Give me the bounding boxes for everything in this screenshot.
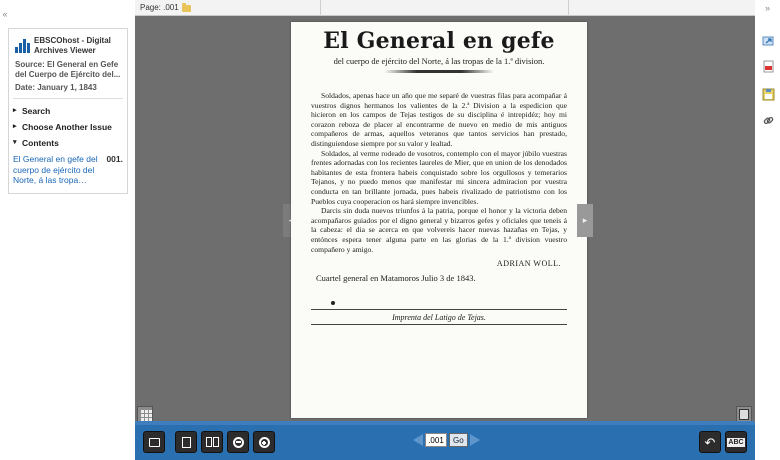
left-panel: EBSCOhost - Digital Archives Viewer Sour… bbox=[8, 28, 128, 194]
document-title: El General en gefe bbox=[323, 28, 555, 54]
panel-nav: ▸ Search ▸ Choose Another Issue ▾ Conten… bbox=[9, 99, 127, 151]
two-page-icon[interactable] bbox=[201, 431, 223, 453]
text-abc-icon[interactable]: ABC bbox=[725, 431, 747, 453]
collapse-right-button[interactable]: » bbox=[765, 3, 770, 13]
save-icon[interactable] bbox=[762, 88, 775, 101]
zoom-out-icon[interactable] bbox=[227, 431, 249, 453]
top-bar-segment bbox=[321, 0, 569, 16]
scanned-page: El General en gefe del cuerpo de ejércit… bbox=[291, 22, 587, 418]
document-body: Soldados, apenas hace un año que me sepa… bbox=[311, 91, 567, 254]
document-subtitle: del cuerpo de ejército del Norte, á las … bbox=[333, 56, 545, 66]
nav-item-label: Search bbox=[22, 106, 51, 116]
ornamental-rule bbox=[384, 70, 494, 73]
page-label: Page: .001 bbox=[140, 3, 179, 12]
page-jump: Go bbox=[413, 433, 480, 447]
contents-article-link[interactable]: El General en gefe del cuerpo de ejércit… bbox=[13, 154, 105, 186]
body-paragraph: Soldados, apenas hace un año que me sepa… bbox=[311, 91, 567, 148]
page-thumbnail-icon[interactable] bbox=[736, 406, 752, 422]
signature: ADRIAN WOLL. bbox=[496, 259, 561, 269]
single-page-icon[interactable] bbox=[175, 431, 197, 453]
ink-dot bbox=[331, 301, 335, 306]
rotate-icon[interactable]: ↶ bbox=[699, 431, 721, 453]
zoom-in-icon[interactable] bbox=[253, 431, 275, 453]
top-bar-segment bbox=[569, 0, 755, 16]
previous-page-icon[interactable] bbox=[413, 434, 423, 446]
triangle-right-icon: ▸ bbox=[13, 123, 17, 130]
app-root: « EBSCOhost - Digital Archives Viewer So… bbox=[0, 0, 780, 460]
viewer-top-bar: Page: .001 bbox=[135, 0, 755, 16]
nav-item-label: Choose Another Issue bbox=[22, 122, 112, 132]
pdf-icon[interactable] bbox=[762, 60, 775, 73]
date-text: Date: January 1, 1843 bbox=[15, 83, 97, 92]
fullscreen-icon[interactable] bbox=[143, 431, 165, 453]
divider bbox=[311, 324, 567, 326]
go-button[interactable]: Go bbox=[449, 433, 468, 447]
triangle-down-icon: ▾ bbox=[13, 139, 17, 146]
panel-header: EBSCOhost - Digital Archives Viewer bbox=[9, 29, 127, 56]
triangle-right-icon: ▸ bbox=[13, 107, 17, 114]
body-paragraph: Darcis sin duda nuevos triunfos á la pat… bbox=[311, 206, 567, 254]
viewer-bottom-toolbar: Go ↶ ABC bbox=[135, 425, 755, 460]
ebsco-logo-icon bbox=[15, 39, 30, 53]
app-title: EBSCOhost - Digital Archives Viewer bbox=[34, 36, 111, 55]
source-text: Source: El General en Gefe del Cuerpo de… bbox=[15, 60, 121, 79]
contents-page-number: 001. bbox=[106, 154, 123, 164]
nav-item-search[interactable]: ▸ Search bbox=[13, 103, 123, 119]
thumbnails-grid-icon[interactable] bbox=[137, 406, 153, 422]
folder-icon[interactable] bbox=[181, 2, 191, 12]
nav-item-choose-another-issue[interactable]: ▸ Choose Another Issue bbox=[13, 119, 123, 135]
page-indicator: Page: .001 bbox=[135, 0, 321, 16]
divider bbox=[311, 309, 567, 311]
link-icon[interactable] bbox=[762, 114, 775, 127]
next-page-icon[interactable] bbox=[469, 434, 480, 446]
share-icon[interactable] bbox=[762, 35, 775, 48]
document-viewer: Page: .001 ◂ El General en gefe del cuer… bbox=[135, 0, 755, 460]
chevron-right-icon: ▸ bbox=[582, 215, 588, 225]
next-page-arrow[interactable]: ▸ bbox=[577, 204, 593, 237]
place-date: Cuartel general en Matamoros Julio 3 de … bbox=[316, 273, 476, 284]
nav-item-label: Contents bbox=[22, 138, 59, 148]
collapse-left-button[interactable]: « bbox=[0, 0, 10, 24]
contents-entry: El General en gefe del cuerpo de ejércit… bbox=[9, 151, 127, 186]
right-tools-column: » bbox=[756, 0, 780, 460]
imprint-text: Imprenta del Latigo de Tejas. bbox=[392, 313, 486, 323]
nav-item-contents[interactable]: ▾ Contents bbox=[13, 135, 123, 151]
body-paragraph: Soldados, al verme rodeado de vosotros, … bbox=[311, 148, 567, 206]
page-number-input[interactable] bbox=[425, 433, 447, 447]
